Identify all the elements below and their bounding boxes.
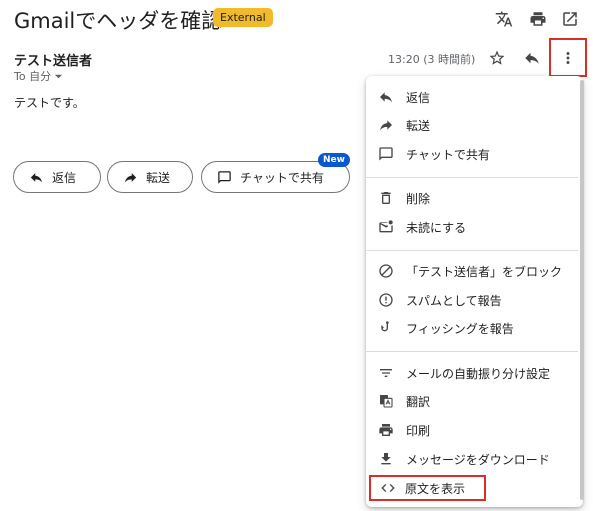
menu-item-chat-share[interactable]: チャットで共有 (366, 140, 578, 168)
print-icon (530, 12, 546, 26)
open-in-new-window-button[interactable] (558, 8, 582, 30)
sender-name[interactable]: テスト送信者 (14, 50, 92, 69)
phishing-icon (381, 321, 389, 332)
translate-icon (380, 395, 393, 408)
menu-scrollbar[interactable] (580, 80, 584, 500)
print-button[interactable] (526, 8, 550, 30)
star-button[interactable] (486, 47, 508, 69)
menu-item-filter[interactable]: メールの自動振り分け設定 (366, 359, 578, 387)
message-time: 13:20 (3 時間前) (388, 53, 476, 66)
new-badge: New (318, 153, 350, 167)
menu-item-report-phishing[interactable]: フィッシングを報告 (366, 314, 578, 342)
menu-item-label: フィッシングを報告 (406, 321, 514, 336)
menu-item-label: メールの自動振り分け設定 (406, 366, 551, 381)
filter-icon (380, 369, 392, 377)
menu-item-mark-unread[interactable]: 未読にする (366, 213, 578, 241)
reply-button[interactable] (521, 47, 543, 69)
menu-item-download[interactable]: メッセージをダウンロード (366, 445, 578, 473)
menu-item-forward[interactable]: 転送 (366, 111, 578, 139)
reply-action-button[interactable]: 返信 (13, 161, 101, 193)
reply-icon (525, 52, 539, 64)
menu-item-label: メッセージをダウンロード (406, 452, 550, 467)
translate-icon (495, 11, 513, 27)
trash-icon (381, 192, 391, 204)
chat-share-action-label: チャットで共有 (240, 170, 324, 185)
mark-unread-icon (379, 220, 393, 233)
menu-item-print[interactable]: 印刷 (366, 416, 578, 444)
reply-icon (30, 172, 43, 182)
block-icon (379, 264, 393, 278)
menu-item-block-sender[interactable]: 「テスト送信者」をブロック (366, 257, 578, 285)
menu-item-show-original[interactable]: 原文を表示 (369, 475, 486, 501)
more-options-button[interactable] (549, 38, 587, 77)
menu-item-label: 原文を表示 (405, 481, 466, 496)
menu-item-label: 削除 (406, 191, 431, 206)
translate-button[interactable] (492, 8, 516, 30)
forward-action-button[interactable]: 転送 (107, 161, 193, 193)
menu-item-reply[interactable]: 返信 (366, 83, 578, 111)
chat-icon (379, 147, 393, 161)
recipient-label: To 自分 (14, 70, 52, 83)
external-badge: External (213, 8, 273, 27)
star-icon (489, 50, 505, 65)
menu-divider (366, 177, 578, 178)
code-icon (381, 484, 395, 492)
forward-icon (124, 172, 137, 182)
menu-item-label: 印刷 (406, 423, 431, 438)
chevron-down-icon (54, 74, 63, 78)
forward-icon (380, 120, 392, 131)
more-vert-icon (566, 51, 570, 64)
message-body: テストです。 (14, 96, 85, 110)
open-in-new-window-icon (563, 12, 577, 26)
chat-icon (218, 170, 231, 184)
menu-item-label: 転送 (406, 118, 431, 133)
recipient-details[interactable]: To 自分 (14, 68, 63, 84)
forward-action-label: 転送 (146, 170, 171, 185)
menu-divider (366, 250, 578, 251)
reply-action-label: 返信 (52, 170, 77, 185)
menu-divider (366, 351, 578, 352)
menu-item-label: 未読にする (406, 220, 467, 235)
menu-item-label: 翻訳 (406, 394, 431, 409)
reply-icon (380, 92, 392, 103)
more-options-menu: 返信 転送 チャットで共有 削除 未読にする 「テスト送信者」をブロック スパム… (366, 76, 583, 507)
download-icon (381, 453, 391, 465)
report-spam-icon (379, 293, 393, 307)
menu-item-label: 返信 (406, 90, 431, 105)
print-icon (379, 424, 393, 436)
menu-item-translate[interactable]: 翻訳 (366, 387, 578, 415)
menu-item-report-spam[interactable]: スパムとして報告 (366, 286, 578, 314)
menu-item-label: スパムとして報告 (406, 293, 502, 308)
menu-item-label: チャットで共有 (406, 147, 490, 162)
email-subject: Gmailでヘッダを確認 (14, 9, 223, 33)
menu-item-label: 「テスト送信者」をブロック (406, 264, 563, 279)
menu-item-delete[interactable]: 削除 (366, 184, 578, 212)
